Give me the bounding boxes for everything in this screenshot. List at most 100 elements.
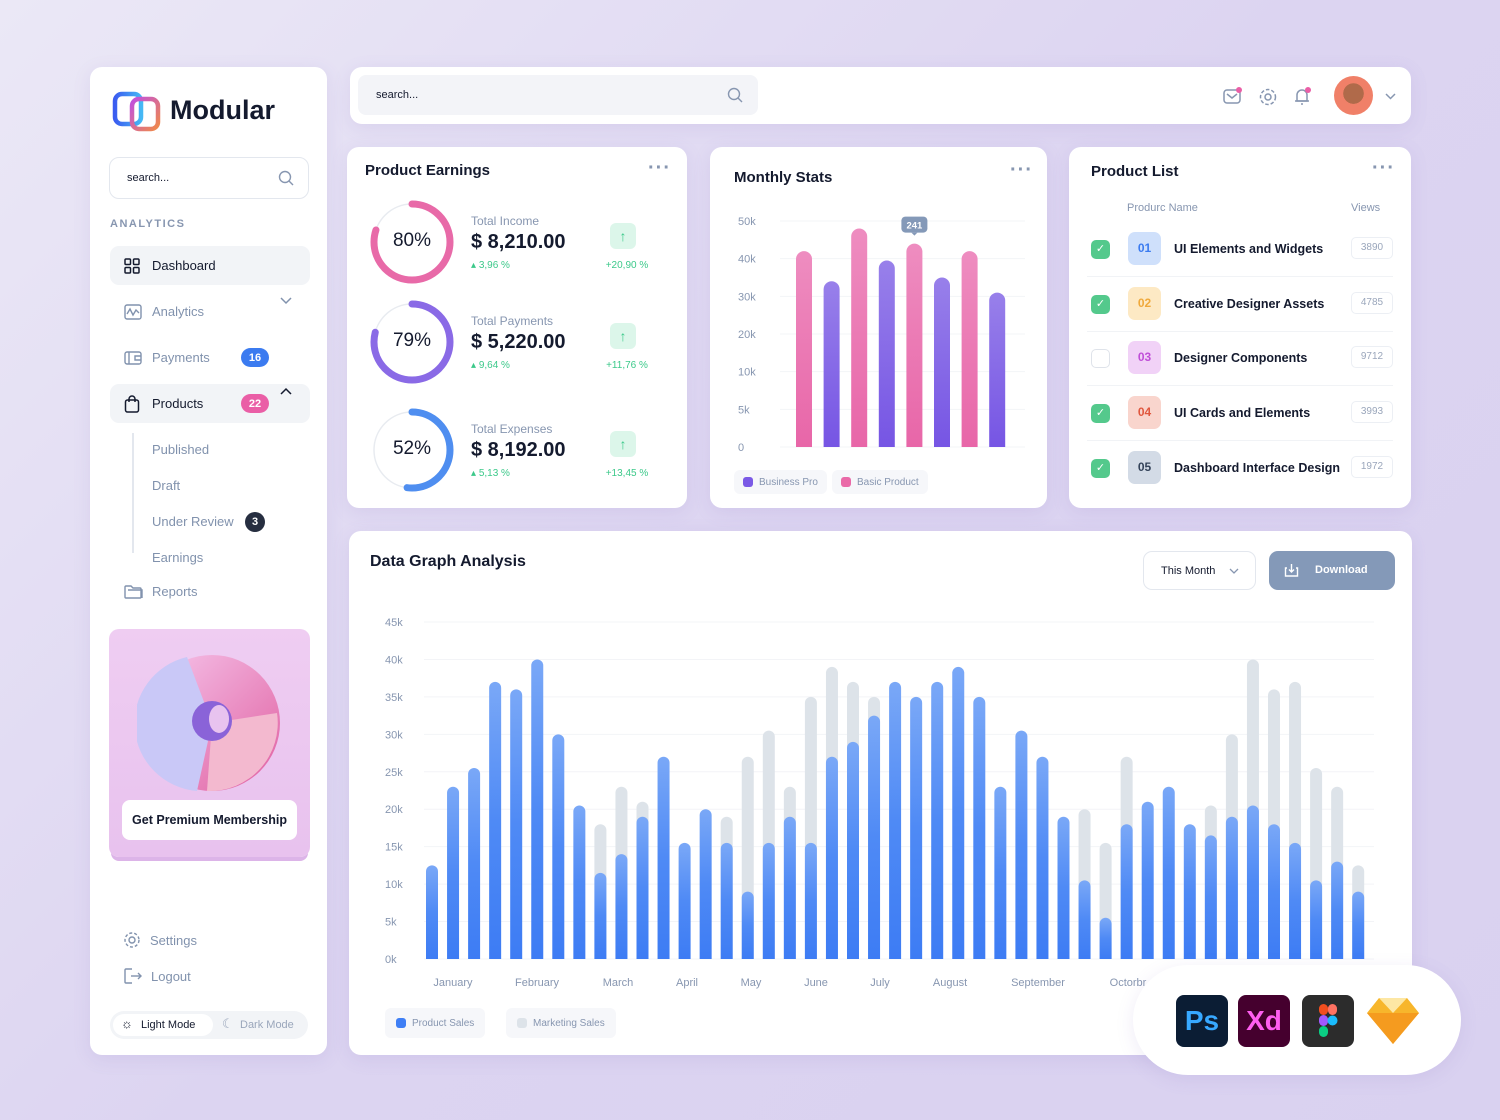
bar-product-sales[interactable] <box>426 865 438 959</box>
bar-product-sales[interactable] <box>1225 816 1238 959</box>
legend-business-pro[interactable]: Business Pro <box>734 470 827 494</box>
legend-basic-product[interactable]: Basic Product <box>832 470 928 494</box>
bar-product-sales[interactable] <box>1099 917 1112 959</box>
row-checkbox[interactable]: ✓ <box>1091 294 1110 314</box>
bar-product-sales[interactable] <box>1204 835 1217 959</box>
bar-product-sales[interactable] <box>847 741 859 959</box>
bar-product-sales[interactable] <box>1289 842 1302 959</box>
product-row[interactable]: ✓ 04 UI Cards and Elements 3993 <box>1069 395 1411 450</box>
light-mode-option[interactable]: ☼ Light Mode <box>113 1014 213 1036</box>
bar-product-sales[interactable] <box>1036 756 1049 959</box>
logout-link[interactable]: Logout <box>123 967 243 987</box>
bar-basic-product[interactable] <box>796 251 812 447</box>
product-row[interactable]: ✓ 01 UI Elements and Widgets 3890 <box>1069 231 1411 286</box>
premium-membership-button[interactable]: Get Premium Membership <box>122 800 297 840</box>
bar-product-sales[interactable] <box>783 816 796 959</box>
bar-product-sales[interactable] <box>1162 786 1175 959</box>
sidebar-search-input[interactable]: search... <box>127 172 169 184</box>
bar-product-sales[interactable] <box>1120 824 1133 959</box>
subitem-under-review[interactable]: Under Review <box>152 514 234 529</box>
bar-product-sales[interactable] <box>762 842 775 959</box>
gear-icon[interactable] <box>1258 87 1278 107</box>
bar-product-sales[interactable] <box>573 805 586 959</box>
more-options-icon[interactable]: ··· <box>1372 158 1395 178</box>
photoshop-logo-text: Ps <box>1184 1005 1220 1036</box>
topbar-search-input[interactable]: search... <box>376 89 418 101</box>
subitem-published[interactable]: Published <box>152 442 209 457</box>
bar-business-pro[interactable] <box>934 277 950 448</box>
bar-basic-product[interactable] <box>906 243 923 447</box>
bar-product-sales[interactable] <box>1331 861 1344 959</box>
bar-product-sales[interactable] <box>594 872 607 959</box>
legend-swatch <box>841 477 851 487</box>
bar-product-sales[interactable] <box>720 842 733 959</box>
bar-product-sales[interactable] <box>510 689 523 959</box>
user-avatar[interactable] <box>1334 76 1373 115</box>
legend-marketing-sales[interactable]: Marketing Sales <box>506 1008 616 1038</box>
chevron-up-icon[interactable] <box>280 387 292 395</box>
subitem-draft[interactable]: Draft <box>152 478 180 493</box>
bar-product-sales[interactable] <box>741 891 754 959</box>
bar-product-sales[interactable] <box>1246 805 1259 959</box>
bar-product-sales[interactable] <box>468 768 481 959</box>
bar-product-sales[interactable] <box>1057 816 1070 959</box>
sidebar-item-dashboard[interactable]: Dashboard <box>110 246 310 285</box>
bar-product-sales[interactable] <box>489 681 502 959</box>
bar-product-sales[interactable] <box>636 816 649 959</box>
bar-product-sales[interactable] <box>552 734 565 959</box>
bar-business-pro[interactable] <box>989 292 1006 447</box>
product-row[interactable]: 03 Designer Components 9712 <box>1069 340 1411 395</box>
bar-product-sales[interactable] <box>910 696 923 959</box>
row-checkbox[interactable]: ✓ <box>1091 404 1110 424</box>
product-row[interactable]: ✓ 02 Creative Designer Assets 4785 <box>1069 286 1411 341</box>
subitem-earnings[interactable]: Earnings <box>152 550 203 565</box>
topbar-search[interactable]: search... <box>358 75 758 115</box>
chevron-down-icon[interactable] <box>280 297 292 305</box>
settings-link[interactable]: Settings <box>123 931 243 951</box>
bar-product-sales[interactable] <box>931 681 944 959</box>
bar-product-sales[interactable] <box>868 715 881 959</box>
dark-mode-option[interactable]: ☾ Dark Mode <box>220 1014 306 1036</box>
bar-product-sales[interactable] <box>1141 801 1154 959</box>
row-checkbox[interactable]: ✓ <box>1091 240 1110 259</box>
sidebar-item-payments[interactable]: Payments 16 <box>110 338 310 377</box>
sidebar-item-products[interactable]: Products 22 <box>110 384 310 423</box>
bar-product-sales[interactable] <box>678 842 691 959</box>
legend-product-sales[interactable]: Product Sales <box>385 1008 486 1038</box>
chevron-down-icon[interactable] <box>1385 93 1396 100</box>
bar-product-sales[interactable] <box>531 659 544 959</box>
sidebar-search[interactable]: search... <box>109 157 309 199</box>
row-checkbox[interactable] <box>1091 349 1110 369</box>
bar-product-sales[interactable] <box>825 756 838 959</box>
bar-basic-product[interactable] <box>851 228 868 447</box>
product-row[interactable]: ✓ 05 Dashboard Interface Design 1972 <box>1069 450 1411 505</box>
search-icon[interactable] <box>727 87 743 103</box>
bar-product-sales[interactable] <box>889 681 902 959</box>
mail-icon[interactable] <box>1223 87 1243 105</box>
x-tick-label: March <box>603 977 634 989</box>
bar-product-sales[interactable] <box>615 854 628 959</box>
bar-product-sales[interactable] <box>657 756 670 959</box>
sidebar-item-reports[interactable]: Reports <box>110 572 310 611</box>
bar-product-sales[interactable] <box>1352 891 1365 959</box>
bar-product-sales[interactable] <box>973 696 986 959</box>
bar-product-sales[interactable] <box>994 786 1007 959</box>
row-checkbox[interactable]: ✓ <box>1091 458 1110 478</box>
bar-business-pro[interactable] <box>878 260 895 447</box>
theme-toggle[interactable]: ☼ Light Mode ☾ Dark Mode <box>110 1011 308 1039</box>
bar-product-sales[interactable] <box>1268 824 1280 959</box>
bar-product-sales[interactable] <box>1015 730 1028 959</box>
bar-basic-product[interactable] <box>961 251 978 447</box>
bar-product-sales[interactable] <box>699 809 712 959</box>
bar-product-sales[interactable] <box>952 666 965 959</box>
bar-product-sales[interactable] <box>1310 880 1323 959</box>
search-icon[interactable] <box>278 170 294 186</box>
bell-icon[interactable] <box>1293 86 1313 106</box>
bar-product-sales[interactable] <box>447 786 460 959</box>
bar-business-pro[interactable] <box>823 281 840 447</box>
bar-product-sales[interactable] <box>1078 880 1091 959</box>
sidebar-item-analytics[interactable]: Analytics <box>110 292 310 331</box>
bar-product-sales[interactable] <box>1183 824 1196 959</box>
more-options-icon[interactable]: ··· <box>648 158 671 178</box>
bar-product-sales[interactable] <box>804 842 817 959</box>
